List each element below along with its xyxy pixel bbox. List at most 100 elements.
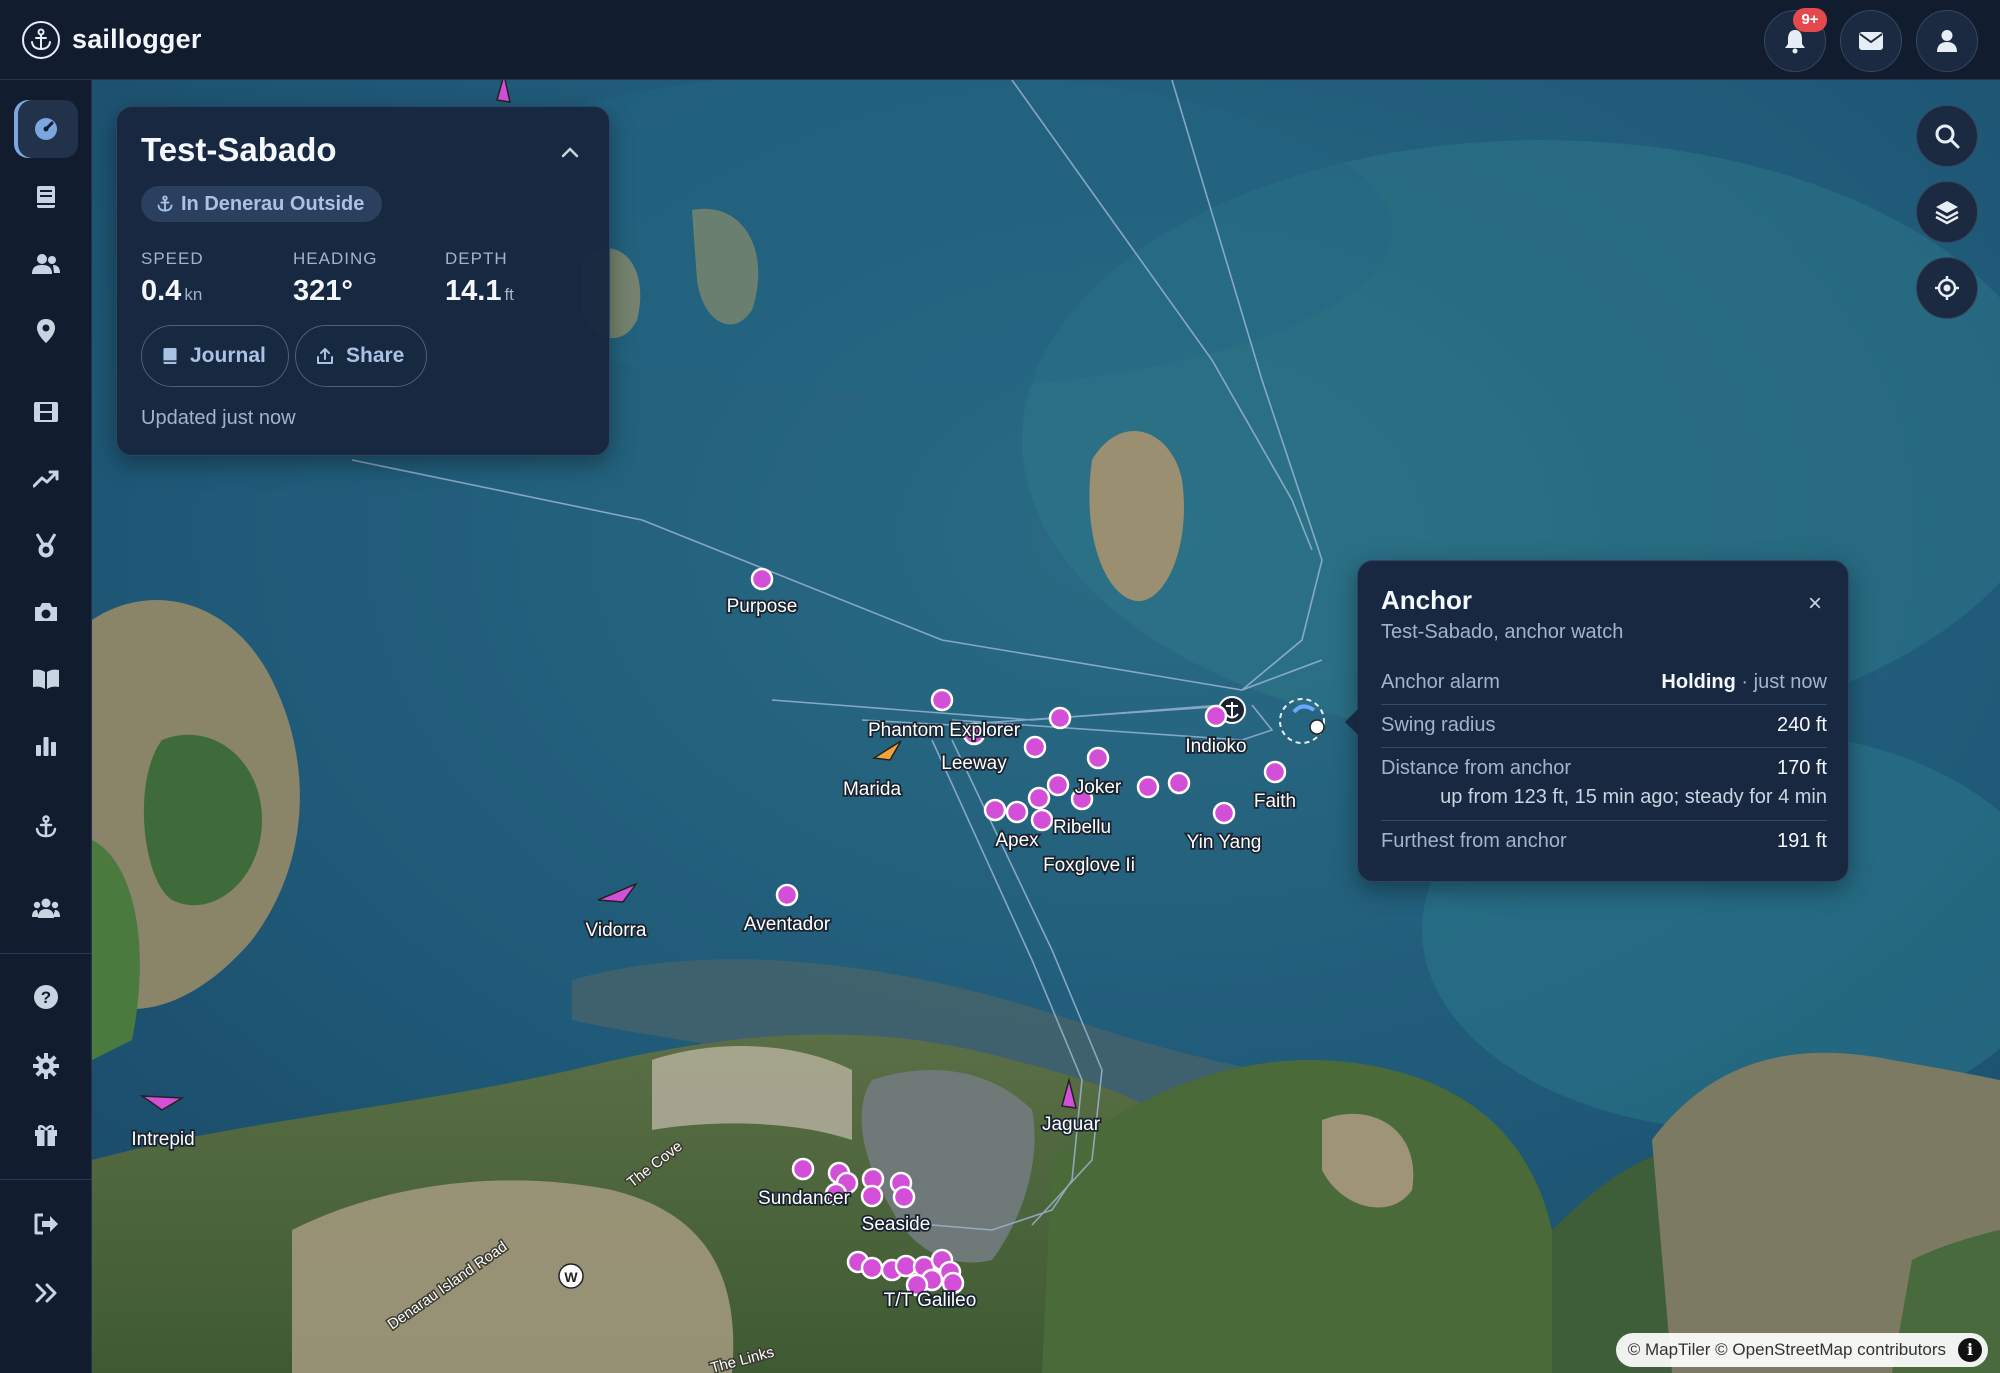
heading-stat: HEADING 321° bbox=[293, 249, 377, 308]
stat-value: 14.1 ft bbox=[445, 275, 514, 308]
sidebar-item-rewards[interactable] bbox=[14, 1106, 78, 1164]
sidebar-item-logbook[interactable] bbox=[14, 168, 78, 226]
user-icon bbox=[1937, 30, 1957, 52]
messages-button[interactable] bbox=[1840, 10, 1902, 72]
envelope-icon bbox=[1859, 32, 1883, 50]
map-search-button[interactable] bbox=[1916, 105, 1978, 167]
film-icon bbox=[34, 402, 58, 422]
boat-label[interactable]: Faith bbox=[1252, 789, 1298, 814]
close-icon[interactable]: × bbox=[1802, 591, 1828, 617]
distance-row: Distance from anchor 170 ft up from 123 … bbox=[1381, 757, 1827, 821]
app-logo[interactable]: saillogger bbox=[22, 20, 202, 59]
notifications-button[interactable]: 9+ bbox=[1764, 8, 1827, 72]
sidebar: ? bbox=[0, 80, 92, 1373]
journal-button[interactable]: Journal bbox=[141, 325, 289, 387]
location-text: In Denerau Outside bbox=[181, 192, 365, 215]
sidebar-item-stats[interactable] bbox=[14, 450, 78, 508]
top-bar: saillogger 9+ bbox=[0, 0, 2000, 80]
speed-value: 0.4 bbox=[141, 275, 182, 307]
stat-value: 321° bbox=[293, 275, 377, 308]
boat-label[interactable]: Purpose bbox=[725, 594, 799, 619]
anchor-icon bbox=[157, 195, 173, 212]
speed-stat: SPEED 0.4 kn bbox=[141, 249, 204, 308]
share-label: Share bbox=[346, 344, 405, 367]
journal-label: Journal bbox=[190, 344, 266, 367]
dashboard-icon bbox=[35, 118, 57, 140]
svg-text:W: W bbox=[564, 1269, 578, 1285]
info-icon[interactable]: i bbox=[1958, 1338, 1982, 1362]
boat-label[interactable]: Marida bbox=[841, 777, 903, 802]
anchor-icon bbox=[22, 20, 60, 59]
boat-label[interactable]: Leeway bbox=[940, 751, 1009, 776]
boat-label[interactable]: Apex bbox=[994, 828, 1041, 853]
anchor-alarm-row: Anchor alarm Holding · just now bbox=[1381, 671, 1827, 705]
row-value: 191 ft bbox=[1776, 830, 1827, 852]
boat-label[interactable]: Vidorra bbox=[584, 918, 649, 943]
account-button[interactable] bbox=[1916, 10, 1978, 72]
sidebar-item-guides[interactable] bbox=[14, 650, 78, 708]
boat-label[interactable]: Joker bbox=[1073, 775, 1124, 800]
heading-value: 321° bbox=[293, 275, 353, 307]
anchor-popup: Anchor Test-Sabado, anchor watch × Ancho… bbox=[1345, 560, 1849, 882]
medal-icon bbox=[35, 533, 57, 558]
vessel-panel: Test-Sabado In Denerau Outside SPEED 0.4… bbox=[116, 106, 610, 456]
boat-label[interactable]: Sundancer bbox=[756, 1186, 852, 1211]
sidebar-item-places[interactable] bbox=[14, 302, 78, 360]
collapse-panel-button[interactable] bbox=[555, 137, 585, 167]
sidebar-item-achievements[interactable] bbox=[14, 517, 78, 575]
boat-label[interactable]: Foxglove Ii bbox=[1041, 853, 1136, 878]
sidebar-item-dashboard[interactable] bbox=[14, 100, 78, 158]
crosshair-icon bbox=[1935, 276, 1959, 300]
map-controls bbox=[1916, 105, 1978, 319]
help-icon: ? bbox=[34, 985, 58, 1009]
book-icon bbox=[33, 669, 59, 689]
boat-label[interactable]: Ribellu bbox=[1051, 815, 1113, 840]
updated-timestamp: Updated just now bbox=[141, 407, 296, 429]
stat-unit: kn bbox=[184, 285, 203, 304]
map-attribution[interactable]: © MapTiler © OpenStreetMap contributors … bbox=[1615, 1333, 1988, 1367]
layers-icon bbox=[1935, 201, 1959, 225]
boat-label[interactable]: Jaguar bbox=[1040, 1112, 1102, 1137]
sidebar-item-help[interactable]: ? bbox=[14, 968, 78, 1026]
boat-label[interactable]: Seaside bbox=[860, 1212, 932, 1237]
vessel-name: Test-Sabado bbox=[141, 131, 337, 168]
logbook-icon bbox=[37, 186, 55, 208]
alarm-time: · just now bbox=[1741, 671, 1827, 693]
boat-label[interactable]: Intrepid bbox=[130, 1127, 197, 1152]
sidebar-item-videos[interactable] bbox=[14, 383, 78, 441]
furthest-row: Furthest from anchor 191 ft bbox=[1381, 830, 1827, 860]
swing-radius-row: Swing radius 240 ft bbox=[1381, 714, 1827, 748]
location-chip[interactable]: In Denerau Outside bbox=[141, 186, 383, 222]
sign-out-icon bbox=[34, 1213, 58, 1235]
gift-icon bbox=[35, 1125, 57, 1146]
boat-label[interactable]: Yin Yang bbox=[1185, 830, 1263, 855]
locate-vessel-button[interactable] bbox=[1916, 257, 1978, 319]
anchor-icon bbox=[35, 815, 57, 838]
share-icon bbox=[317, 348, 333, 364]
sidebar-item-reports[interactable] bbox=[14, 717, 78, 775]
trend-icon bbox=[33, 470, 59, 488]
boat-label[interactable]: T/T Galileo bbox=[882, 1288, 978, 1313]
notification-badge: 9+ bbox=[1793, 8, 1827, 32]
sidebar-item-anchor[interactable] bbox=[14, 798, 78, 856]
expand-icon bbox=[35, 1283, 57, 1303]
search-icon bbox=[1935, 124, 1960, 149]
sidebar-item-photos[interactable] bbox=[14, 583, 78, 641]
stat-value: 0.4 kn bbox=[141, 275, 204, 308]
boat-label[interactable]: Phantom Explorer bbox=[866, 718, 1022, 743]
share-button[interactable]: Share bbox=[295, 325, 428, 387]
group-icon bbox=[32, 898, 60, 918]
stat-label: DEPTH bbox=[445, 249, 508, 268]
gear-icon bbox=[33, 1053, 59, 1079]
map-layers-button[interactable] bbox=[1916, 181, 1978, 243]
sidebar-item-crew[interactable] bbox=[14, 235, 78, 293]
row-label: Anchor alarm bbox=[1381, 671, 1500, 693]
sidebar-item-community[interactable] bbox=[14, 879, 78, 937]
sidebar-item-expand[interactable] bbox=[14, 1264, 78, 1322]
sidebar-item-settings[interactable] bbox=[14, 1037, 78, 1095]
boat-label[interactable]: Indioko bbox=[1184, 734, 1249, 759]
sidebar-item-logout[interactable] bbox=[14, 1195, 78, 1253]
location-pin-icon bbox=[37, 319, 55, 343]
boat-label[interactable]: Aventador bbox=[742, 912, 832, 937]
bar-chart-icon bbox=[36, 737, 56, 756]
